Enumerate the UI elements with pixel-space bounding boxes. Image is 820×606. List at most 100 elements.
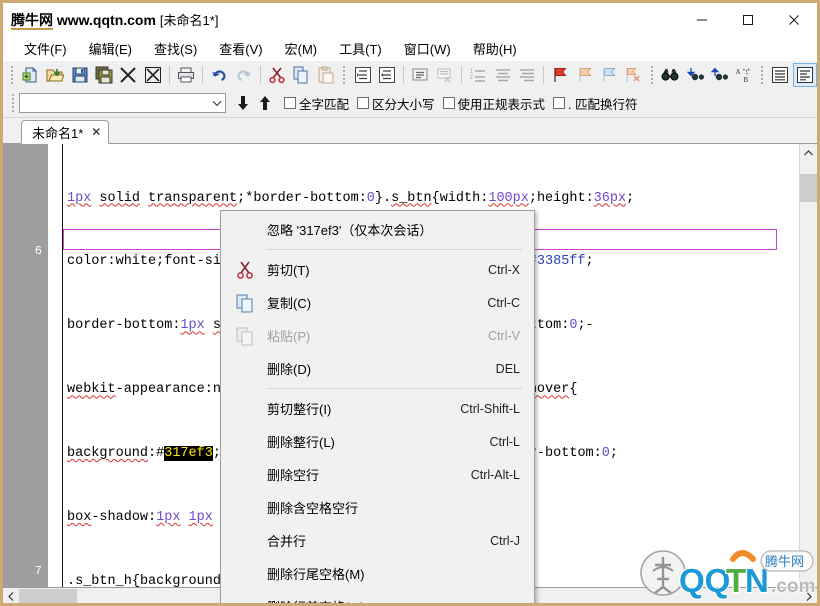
maximize-button[interactable]	[725, 3, 771, 36]
find-down-button[interactable]	[232, 92, 254, 114]
context-menu-item-trim-trailing[interactable]: 删除行尾空格(M)	[221, 557, 534, 590]
save-icon[interactable]	[67, 63, 91, 87]
indent-increase-icon[interactable]	[351, 63, 375, 87]
toolbar-grip[interactable]	[341, 65, 348, 85]
comment-block-icon[interactable]	[408, 63, 432, 87]
option-regex[interactable]: 使用正规表示式	[443, 94, 546, 113]
redo-icon[interactable]	[232, 63, 256, 87]
context-menu-item-delete-blank-lines[interactable]: 删除空行 Ctrl-Alt-L	[221, 458, 534, 491]
word-wrap-icon[interactable]	[768, 63, 792, 87]
find-next-icon[interactable]	[683, 63, 707, 87]
svg-text:A: A	[735, 68, 740, 76]
paste-icon[interactable]	[314, 63, 338, 87]
checkbox-dot-newline[interactable]	[553, 97, 565, 109]
tab-label: 未命名1*	[32, 123, 83, 142]
menu-file[interactable]: 文件(F)	[13, 37, 78, 60]
uncomment-block-icon[interactable]	[433, 63, 457, 87]
scroll-right-arrow[interactable]	[801, 588, 817, 604]
checkbox-whole-word[interactable]	[284, 97, 296, 109]
context-menu-item-ignore[interactable]: 忽略 '317ef3'（仅本次会话）	[221, 213, 534, 246]
menu-view[interactable]: 查看(V)	[208, 37, 273, 60]
menu-edit[interactable]: 编辑(E)	[78, 37, 143, 60]
context-menu-item-cut[interactable]: 剪切(T) Ctrl-X	[221, 253, 534, 286]
context-menu-item-label: 删除含空格空行	[267, 498, 358, 517]
context-menu-item-cut-line[interactable]: 剪切整行(I) Ctrl-Shift-L	[221, 392, 534, 425]
line-number-gutter: 6 7	[3, 144, 48, 587]
bookmark-prev-icon[interactable]	[597, 63, 621, 87]
context-menu-separator	[267, 388, 522, 389]
close-button[interactable]	[771, 3, 817, 36]
menu-search[interactable]: 查找(S)	[143, 37, 208, 60]
context-menu-item-accel: Ctrl-Alt-L	[471, 468, 520, 482]
context-menu-item-delete-line[interactable]: 删除整行(L) Ctrl-L	[221, 425, 534, 458]
show-all-chars-icon[interactable]	[793, 63, 817, 87]
vertical-scroll-thumb[interactable]	[800, 174, 817, 202]
cut-icon[interactable]	[265, 63, 289, 87]
close-all-icon[interactable]	[140, 63, 164, 87]
menu-window[interactable]: 窗口(W)	[393, 37, 462, 60]
find-icon[interactable]	[658, 63, 682, 87]
vertical-scrollbar[interactable]	[799, 144, 817, 587]
chevron-down-icon[interactable]	[208, 100, 225, 107]
toolbar-grip[interactable]	[649, 65, 656, 85]
bookmark-clear-icon[interactable]	[621, 63, 645, 87]
align-right-icon[interactable]	[515, 63, 539, 87]
context-menu-item-label: 删除行尾空格(M)	[267, 564, 365, 583]
menu-macro[interactable]: 宏(M)	[274, 37, 329, 60]
list-numbered-icon[interactable]: 12	[466, 63, 490, 87]
option-whole-word[interactable]: 全字匹配	[284, 94, 349, 113]
selected-text: 317	[164, 446, 188, 461]
context-menu-item-paste[interactable]: 粘贴(P) Ctrl-V	[221, 319, 534, 352]
context-menu-item-label: 忽略 '317ef3'（仅本次会话）	[267, 220, 432, 239]
indent-decrease-icon[interactable]	[375, 63, 399, 87]
gutter-gap	[48, 144, 62, 587]
context-menu-item-label: 删除(D)	[267, 359, 311, 378]
align-left-icon[interactable]	[490, 63, 514, 87]
findbar-grip[interactable]	[9, 93, 16, 113]
context-menu-item-label: 粘贴(P)	[267, 326, 310, 345]
context-menu-item-accel: Ctrl-Shift-L	[460, 402, 520, 416]
context-menu-item-delete-ws-lines[interactable]: 删除含空格空行	[221, 491, 534, 524]
find-bar: 全字匹配 区分大小写 使用正规表示式 . 匹配换行符	[3, 89, 817, 118]
option-dot-newline-label: . 匹配换行符	[568, 94, 637, 113]
save-all-icon[interactable]	[92, 63, 116, 87]
search-combobox[interactable]	[19, 93, 226, 113]
open-file-icon[interactable]	[43, 63, 67, 87]
print-icon[interactable]	[174, 63, 198, 87]
close-file-icon[interactable]	[116, 63, 140, 87]
find-prev-icon[interactable]	[707, 63, 731, 87]
checkbox-match-case[interactable]	[357, 97, 369, 109]
tab-close-icon[interactable]: ✕	[91, 125, 101, 139]
scroll-up-arrow[interactable]	[800, 144, 817, 161]
option-dot-newline[interactable]: . 匹配换行符	[553, 94, 637, 113]
toolbar-grip[interactable]	[759, 65, 766, 85]
find-up-button[interactable]	[254, 92, 276, 114]
replace-icon[interactable]: AB	[731, 63, 755, 87]
main-toolbar: 12 AB	[3, 60, 817, 89]
bookmark-next-icon[interactable]	[573, 63, 597, 87]
context-menu-item-delete[interactable]: 删除(D) DEL	[221, 352, 534, 385]
copy-pages-icon	[235, 293, 255, 313]
context-menu-item-accel: Ctrl-X	[488, 263, 520, 277]
minimize-button[interactable]	[679, 3, 725, 36]
new-file-icon[interactable]	[19, 63, 43, 87]
option-match-case[interactable]: 区分大小写	[357, 94, 435, 113]
toolbar-grip[interactable]	[9, 65, 16, 85]
menu-tools[interactable]: 工具(T)	[328, 37, 393, 60]
context-menu-item-join-lines[interactable]: 合并行 Ctrl-J	[221, 524, 534, 557]
app-window: 腾牛网 www.qqtn.com [未命名1*] 文件(F) 编辑(E) 查找(…	[0, 0, 820, 606]
tab-untitled1[interactable]: 未命名1* ✕	[21, 120, 109, 144]
clipboard-icon	[235, 326, 255, 346]
undo-icon[interactable]	[207, 63, 231, 87]
context-menu-item-copy[interactable]: 复制(C) Ctrl-C	[221, 286, 534, 319]
context-menu-separator	[267, 249, 522, 250]
checkbox-regex[interactable]	[443, 97, 455, 109]
toolbar-separator	[543, 66, 544, 84]
search-input[interactable]	[20, 94, 208, 112]
bookmark-toggle-icon[interactable]	[548, 63, 572, 87]
toolbar-separator	[403, 66, 404, 84]
option-whole-word-label: 全字匹配	[299, 94, 349, 113]
copy-icon[interactable]	[289, 63, 313, 87]
menu-help[interactable]: 帮助(H)	[462, 37, 528, 60]
scroll-left-arrow[interactable]	[3, 588, 19, 604]
